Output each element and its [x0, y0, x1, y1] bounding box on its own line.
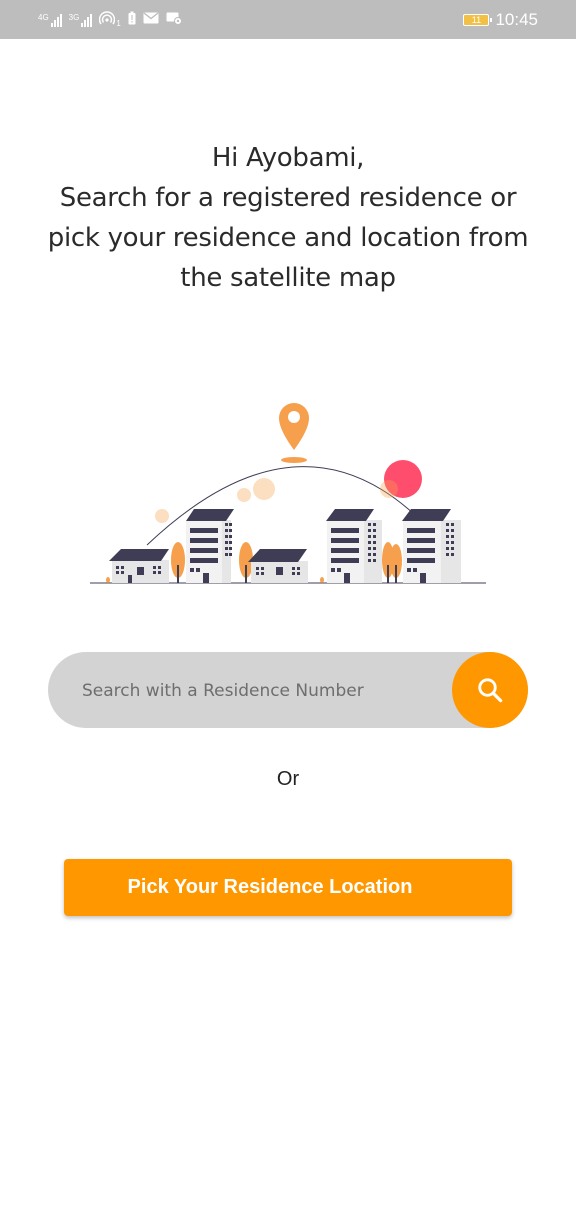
battery-level: 11	[471, 14, 482, 25]
hotspot-count: 1	[116, 19, 121, 28]
pick-residence-location-button[interactable]: Pick Your Residence Location	[64, 859, 512, 916]
house-left	[109, 549, 169, 583]
signal-4g-icon: 4G	[38, 13, 62, 27]
residence-number-search-input[interactable]	[80, 652, 444, 730]
tree-middle	[239, 542, 253, 583]
greeting-message: Hi Ayobami, Search for a registered resi…	[20, 138, 556, 298]
status-time: 10:45	[495, 9, 538, 29]
or-separator: Or	[276, 768, 300, 790]
greeting-line-4: the satellite map	[180, 263, 396, 293]
status-icons-right: 11 10:45	[463, 10, 538, 30]
search-button[interactable]	[452, 652, 528, 728]
tall-building-3	[402, 509, 461, 583]
status-icons-left: 4G 3G 1	[38, 11, 182, 28]
battery-icon: 11	[463, 13, 493, 26]
tree-right-pair	[382, 542, 402, 583]
location-pin-icon	[279, 403, 309, 463]
pick-residence-location-label: Pick Your Residence Location	[127, 876, 413, 898]
status-bar: 4G 3G 1 11 10:45	[0, 0, 576, 39]
message-settings-icon	[166, 12, 182, 28]
tall-building-1	[186, 509, 234, 583]
greeting-line-2: Search for a registered residence or	[59, 183, 517, 213]
house-middle	[248, 549, 308, 583]
greeting-line-1: Hi Ayobami,	[211, 143, 365, 173]
residence-map-illustration	[85, 395, 491, 590]
battery-alert-icon	[128, 11, 136, 28]
hotspot-icon	[99, 11, 116, 28]
tree-left	[171, 542, 185, 583]
search-icon	[478, 678, 503, 703]
greeting-line-3: pick your residence and location from	[47, 223, 529, 253]
mail-icon	[143, 12, 159, 27]
signal-3g-icon: 3G	[69, 13, 93, 27]
tall-building-2	[326, 509, 382, 583]
residence-search-screen: 4G 3G 1 11 10:45 Hi Ayobami, Search for …	[0, 0, 576, 1220]
residence-search-bar	[48, 652, 528, 730]
